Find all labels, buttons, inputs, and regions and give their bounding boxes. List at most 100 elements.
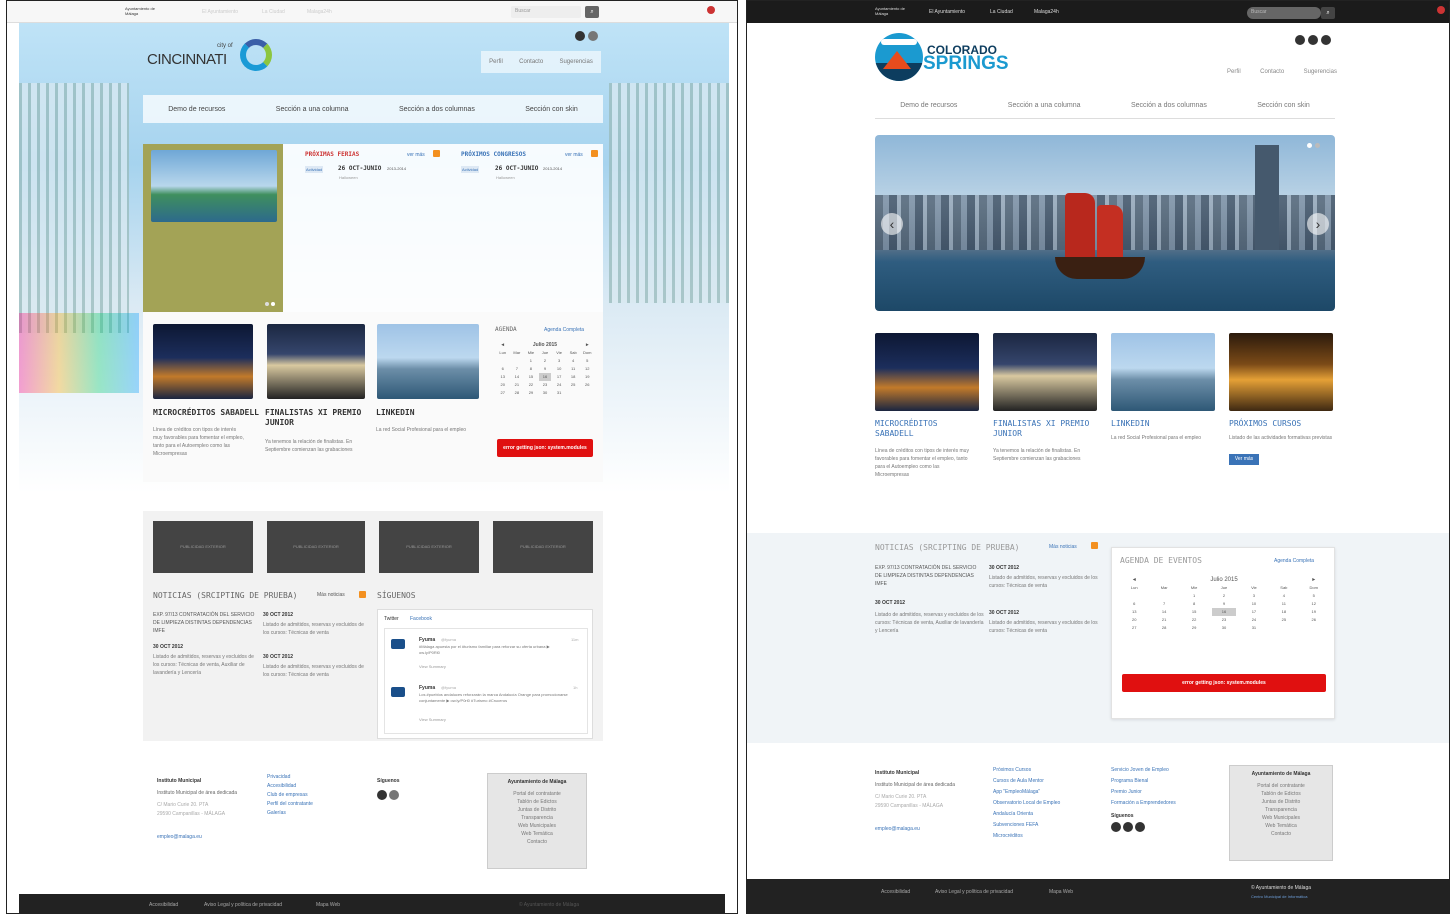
calendar-day[interactable]: 15 (1182, 608, 1206, 616)
calendar-day[interactable]: 1 (525, 357, 537, 365)
tweet-2[interactable]: Los #pueblos andaluces reforzarán la mar… (419, 692, 569, 704)
carousel-dot[interactable] (1307, 143, 1312, 148)
calendar-day[interactable]: 17 (553, 373, 565, 381)
calendar-day[interactable]: 30 (1212, 624, 1236, 632)
calendar-day[interactable]: 25 (1272, 616, 1296, 624)
card-image-3[interactable] (1111, 333, 1215, 411)
contacto-link[interactable]: Contacto (1260, 69, 1284, 75)
calendar-day[interactable]: 23 (1212, 616, 1236, 624)
calendar-day[interactable]: 8 (1182, 600, 1206, 608)
calendar-day[interactable]: 21 (511, 381, 523, 389)
youtube-icon[interactable] (1321, 35, 1331, 45)
nav-una-columna[interactable]: Sección a una columna (1008, 102, 1081, 109)
site-logo-icon[interactable] (875, 33, 923, 81)
search-input[interactable]: Buscar (511, 6, 581, 18)
flag-icon[interactable] (1437, 6, 1445, 14)
agenda-link[interactable]: Agenda Completa (544, 327, 584, 333)
ad-banner-2[interactable]: PUBLICIDAD EXTERIOR (267, 521, 365, 573)
ad-banner-4[interactable]: PUBLICIDAD EXTERIOR (493, 521, 593, 573)
flag-icon[interactable] (707, 6, 715, 14)
calendar-day[interactable]: 7 (1152, 600, 1176, 608)
calendar-day[interactable]: 4 (567, 357, 579, 365)
calendar-day[interactable]: 1 (1182, 592, 1206, 600)
feature-slider[interactable] (143, 144, 283, 312)
calendar-day[interactable]: 14 (1152, 608, 1176, 616)
nav-dos-columnas[interactable]: Sección a dos columnas (399, 106, 475, 113)
calendar-day[interactable]: 16 (539, 373, 551, 381)
news-item-2[interactable]: Listado de admitidos, reservas y excluid… (153, 653, 255, 677)
carousel-next-icon[interactable]: › (1307, 213, 1329, 235)
calendar-day[interactable]: 11 (567, 365, 579, 373)
card-title-1[interactable]: MICROCRÉDITOS SABADELL (153, 408, 263, 418)
sugerencias-link[interactable]: Sugerencias (559, 59, 592, 65)
slider-dot[interactable] (271, 302, 275, 306)
hero-carousel[interactable]: ‹ › (875, 135, 1335, 311)
footer-email-link[interactable]: empleo@malaga.eu (875, 825, 985, 834)
top-link-ayuntamiento[interactable]: El Ayuntamiento (929, 9, 965, 15)
calendar-day[interactable]: 12 (581, 365, 593, 373)
calendar-day[interactable]: 7 (511, 365, 523, 373)
calendar-day[interactable]: 18 (1272, 608, 1296, 616)
rss-icon[interactable] (433, 150, 440, 157)
calendar-day[interactable]: 4 (1272, 592, 1296, 600)
facebook-icon[interactable] (1111, 822, 1121, 832)
calendar-day[interactable]: 6 (497, 365, 509, 373)
social-icon[interactable] (588, 31, 598, 41)
next-month-icon[interactable]: ▸ (1302, 576, 1326, 584)
news-item-1[interactable]: EXP. 97/13 CONTRATACIÓN DEL SERVICIO DE … (153, 611, 255, 635)
nav-con-skin[interactable]: Sección con skin (1257, 102, 1310, 109)
next-month-icon[interactable]: ▸ (581, 341, 593, 349)
calendar-day[interactable]: 10 (553, 365, 565, 373)
calendar-day[interactable]: 23 (539, 381, 551, 389)
calendar-day[interactable]: 12 (1302, 600, 1326, 608)
calendar-day[interactable]: 13 (497, 373, 509, 381)
calendar-day[interactable]: 15 (525, 373, 537, 381)
calendar-day[interactable]: 28 (1152, 624, 1176, 632)
calendar-day[interactable]: 9 (539, 365, 551, 373)
carousel-prev-icon[interactable]: ‹ (881, 213, 903, 235)
calendar-day[interactable]: 14 (511, 373, 523, 381)
calendar-day[interactable]: 13 (1122, 608, 1146, 616)
calendar-day[interactable]: 20 (1122, 616, 1146, 624)
search-icon[interactable]: ⌕ (585, 6, 599, 18)
calendar-day[interactable]: 25 (567, 381, 579, 389)
nav-una-columna[interactable]: Sección a una columna (276, 106, 349, 113)
card-image-1[interactable] (875, 333, 979, 411)
calendar-day[interactable]: 22 (1182, 616, 1206, 624)
top-link-ciudad[interactable]: La Ciudad (990, 9, 1013, 15)
news-more-link[interactable]: Más noticias (1049, 544, 1077, 550)
news-item-1[interactable]: EXP. 97/13 CONTRATACIÓN DEL SERVICIO DE … (875, 564, 981, 588)
ad-banner-1[interactable]: PUBLICIDAD EXTERIOR (153, 521, 253, 573)
calendar-day[interactable]: 5 (581, 357, 593, 365)
org-logo[interactable]: Ayuntamiento de Málaga (125, 6, 155, 18)
calendar-day[interactable]: 19 (1302, 608, 1326, 616)
calendar-day[interactable]: 6 (1122, 600, 1146, 608)
card-image-2[interactable] (267, 324, 365, 399)
calendar-day[interactable]: 11 (1272, 600, 1296, 608)
calendar-day[interactable]: 30 (539, 389, 551, 397)
slider-dot[interactable] (265, 302, 269, 306)
nav-con-skin[interactable]: Sección con skin (525, 106, 578, 113)
youtube-icon[interactable] (1135, 822, 1145, 832)
perfil-link[interactable]: Perfil (1227, 69, 1241, 75)
card-image-1[interactable] (153, 324, 253, 399)
calendar-day[interactable]: 24 (1242, 616, 1266, 624)
search-input[interactable]: Buscar (1247, 7, 1321, 19)
calendar-day[interactable]: 26 (581, 381, 593, 389)
calendar-day[interactable]: 28 (511, 389, 523, 397)
top-link-ayuntamiento[interactable]: El Ayuntamiento (202, 9, 238, 15)
top-link-malaga24h[interactable]: Malaga24h (1034, 9, 1059, 15)
twitter-icon[interactable] (1123, 822, 1133, 832)
prev-month-icon[interactable]: ◂ (1122, 576, 1146, 584)
calendar-day[interactable]: 31 (1242, 624, 1266, 632)
card-image-2[interactable] (993, 333, 1097, 411)
calendar-day[interactable]: 20 (497, 381, 509, 389)
contacto-link[interactable]: Contacto (519, 59, 543, 65)
calendar-day[interactable]: 9 (1212, 600, 1236, 608)
calendar-day[interactable]: 16 (1211, 608, 1237, 616)
agenda-link[interactable]: Agenda Completa (1274, 558, 1314, 564)
calendar-day[interactable]: 17 (1242, 608, 1266, 616)
tab-twitter[interactable]: Twitter (384, 616, 399, 622)
calendar-day[interactable]: 26 (1302, 616, 1326, 624)
nav-dos-columnas[interactable]: Sección a dos columnas (1131, 102, 1207, 109)
